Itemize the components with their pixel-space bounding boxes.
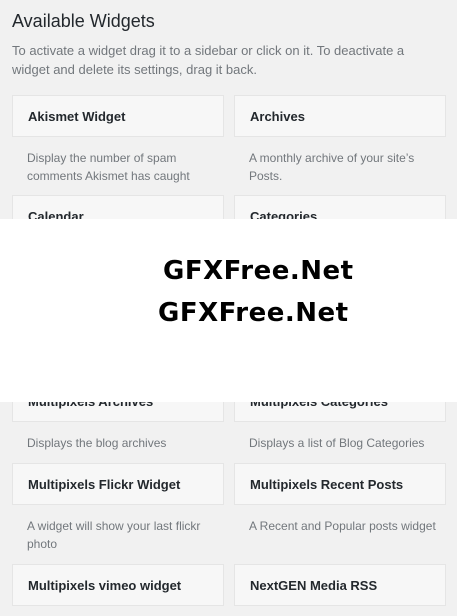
- widget-multipixels-flickr[interactable]: Multipixels Flickr Widget: [12, 463, 224, 505]
- widget-title: Akismet Widget: [28, 109, 126, 124]
- watermark-overlay: GFXFree.Net GFXFree.Net: [0, 219, 457, 402]
- available-widgets-description: To activate a widget drag it to a sideba…: [12, 43, 405, 77]
- widget-archives[interactable]: Archives: [234, 95, 446, 137]
- available-widgets-title: Available Widgets: [12, 11, 155, 31]
- widget-akismet[interactable]: Akismet Widget: [12, 95, 224, 137]
- widget-nextgen-media-rss[interactable]: NextGEN Media RSS: [234, 564, 446, 606]
- widget-description: Display the number of spam comments Akis…: [27, 151, 190, 183]
- widget-title: Archives: [250, 109, 305, 124]
- widget-title: Multipixels vimeo widget: [28, 578, 182, 593]
- widget-multipixels-recent-posts[interactable]: Multipixels Recent Posts: [234, 463, 446, 505]
- widget-description: A widget will show your last flickr phot…: [27, 519, 201, 551]
- widget-title: NextGEN Media RSS: [250, 578, 378, 593]
- widget-multipixels-vimeo[interactable]: Multipixels vimeo widget: [12, 564, 224, 606]
- widget-title: Multipixels Recent Posts: [250, 477, 404, 492]
- widget-description: Displays the blog archives: [27, 436, 167, 450]
- widget-title: Multipixels Flickr Widget: [28, 477, 181, 492]
- widget-description: Displays a list of Blog Categories: [249, 436, 425, 450]
- watermark-text: GFXFree.Net: [163, 256, 354, 286]
- watermark-text: GFXFree.Net: [158, 298, 349, 328]
- widget-description: A Recent and Popular posts widget: [249, 519, 436, 533]
- widget-description: A monthly archive of your site’s Posts.: [249, 151, 415, 183]
